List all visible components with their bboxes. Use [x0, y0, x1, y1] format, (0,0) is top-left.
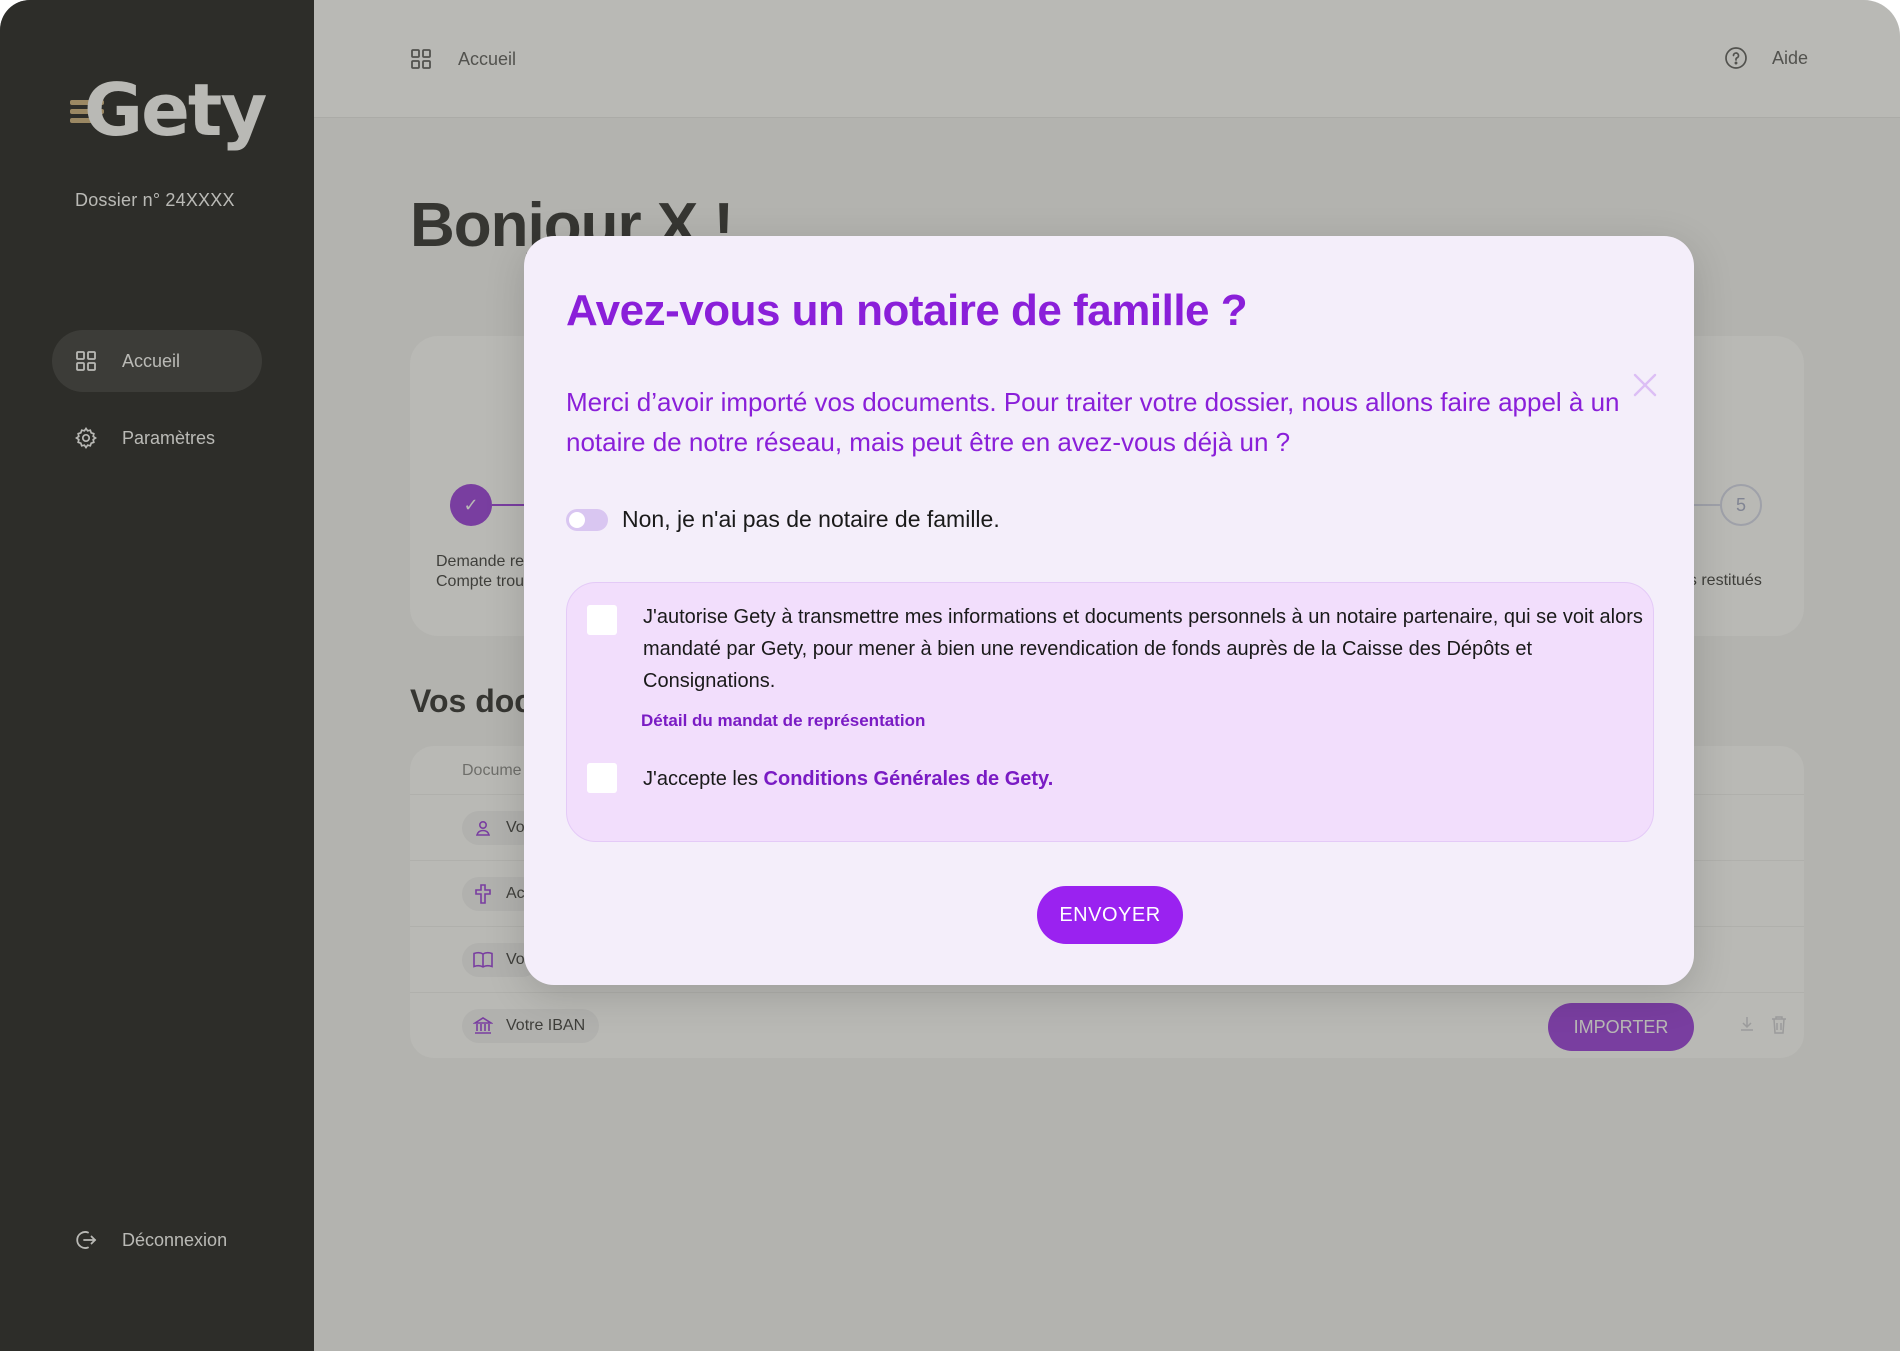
mandate-detail-link[interactable]: Détail du mandat de représentation: [641, 711, 925, 731]
app-frame: Gety Dossier n° 24XXXX Accueil Paramètre…: [0, 0, 1900, 1351]
authorize-checkbox[interactable]: [587, 605, 617, 635]
no-notary-toggle[interactable]: [566, 508, 608, 531]
consent-box: J'autorise Gety à transmettre mes inform…: [566, 582, 1654, 842]
modal-intro: Merci d’avoir importé vos documents. Pou…: [566, 387, 1620, 457]
cgu-link[interactable]: Conditions Générales de Gety.: [764, 768, 1054, 790]
cgu-prefix: J'accepte les: [643, 768, 764, 790]
cgu-checkbox[interactable]: [587, 763, 617, 793]
send-button[interactable]: ENVOYER: [1037, 886, 1183, 944]
toggle-label: Non, je n'ai pas de notaire de famille.: [622, 506, 1000, 532]
modal-title: Avez-vous un notaire de famille ?: [566, 286, 1248, 335]
no-notary-toggle-row: Non, je n'ai pas de notaire de famille.: [566, 506, 1000, 533]
authorize-text: J'autorise Gety à transmettre mes inform…: [643, 606, 1643, 692]
notary-modal: Avez-vous un notaire de famille ? Merci …: [524, 236, 1694, 985]
cgu-text: J'accepte les Conditions Générales de Ge…: [643, 763, 1053, 795]
